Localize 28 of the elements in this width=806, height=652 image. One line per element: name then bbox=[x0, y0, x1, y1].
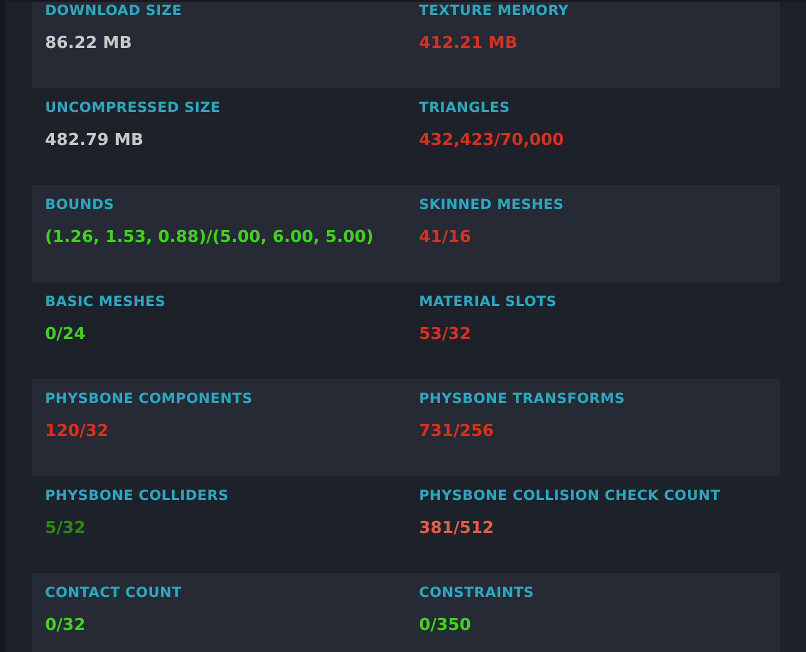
stat-value: (1.26, 1.53, 0.88)/(5.00, 6.00, 5.00) bbox=[45, 227, 374, 246]
stat-label: CONTACT COUNT bbox=[45, 585, 182, 601]
stat-label: PHYSBONE TRANSFORMS bbox=[419, 391, 625, 407]
stat-label: BASIC MESHES bbox=[45, 294, 166, 310]
stat-value: 0/24 bbox=[45, 324, 86, 343]
stat-value: 412.21 MB bbox=[419, 33, 518, 52]
stat-value: 41/16 bbox=[419, 227, 471, 246]
stat-value: 381/512 bbox=[419, 518, 494, 537]
stat-value: 731/256 bbox=[419, 421, 494, 440]
stat-label: SKINNED MESHES bbox=[419, 197, 564, 213]
stat-value: 5/32 bbox=[45, 518, 86, 537]
stat-label: BOUNDS bbox=[45, 197, 114, 213]
stat-label: PHYSBONE COLLISION CHECK COUNT bbox=[419, 488, 720, 504]
stat-label: TRIANGLES bbox=[419, 100, 510, 116]
stat-value: 432,423/70,000 bbox=[419, 130, 564, 149]
stat-value: 482.79 MB bbox=[45, 130, 144, 149]
stat-value: 120/32 bbox=[45, 421, 108, 440]
stat-value: 0/350 bbox=[419, 615, 471, 634]
stat-value: 0/32 bbox=[45, 615, 86, 634]
stat-label: CONSTRAINTS bbox=[419, 585, 534, 601]
stat-value: 53/32 bbox=[419, 324, 471, 343]
stat-label: TEXTURE MEMORY bbox=[419, 3, 569, 19]
stat-value: 86.22 MB bbox=[45, 33, 132, 52]
stat-label: PHYSBONE COLLIDERS bbox=[45, 488, 229, 504]
stat-label: MATERIAL SLOTS bbox=[419, 294, 557, 310]
stat-label: DOWNLOAD SIZE bbox=[45, 3, 182, 19]
stat-label: UNCOMPRESSED SIZE bbox=[45, 100, 220, 116]
stat-label: PHYSBONE COMPONENTS bbox=[45, 391, 253, 407]
